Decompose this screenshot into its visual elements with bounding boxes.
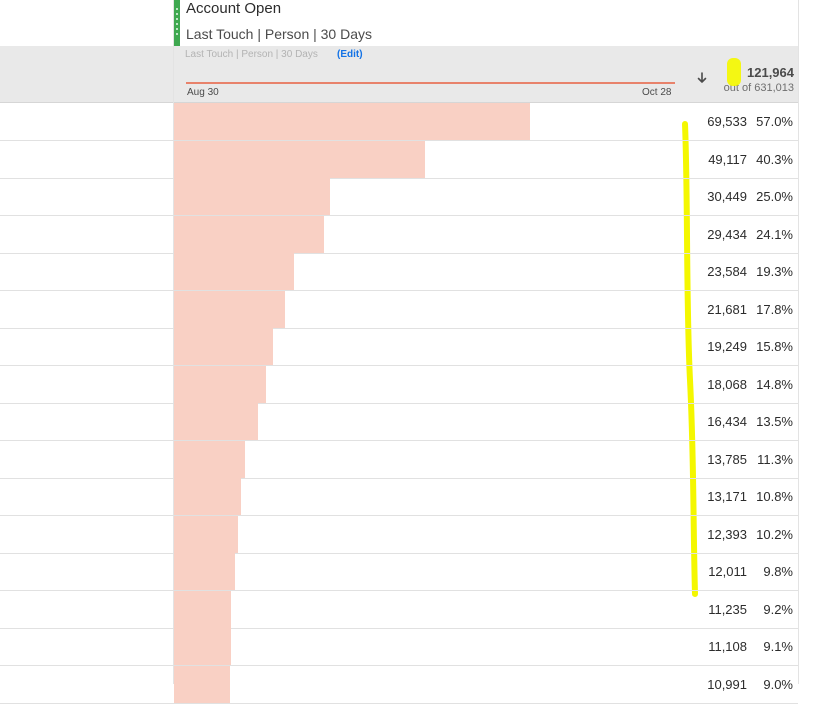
drag-handle-icon[interactable] <box>174 0 180 46</box>
metric-title: Account Open <box>186 0 282 17</box>
row-value: 13,785 <box>707 451 747 467</box>
table-row[interactable]: 11,235 9.2% <box>0 590 798 629</box>
metric-column-header[interactable]: Account Open Last Touch | Person | 30 Da… <box>174 0 798 46</box>
row-percent: 17.8% <box>756 301 793 317</box>
row-percent: 14.8% <box>756 376 793 392</box>
row-percent: 13.5% <box>756 414 793 429</box>
metric-summary-band: Last Touch | Person | 30 Days (Edit) Aug… <box>174 46 798 103</box>
table-row[interactable]: 13,171 10.8% <box>0 478 798 516</box>
table-row[interactable]: 12,011 9.8% <box>0 553 798 591</box>
table-row[interactable]: 18,068 14.8% <box>0 365 798 404</box>
dimension-header[interactable] <box>0 0 173 46</box>
table-row[interactable]: 19,249 15.8% <box>0 328 798 366</box>
table-row[interactable]: 12,393 10.2% <box>0 515 798 554</box>
row-percent: 9.2% <box>763 601 793 617</box>
table-row[interactable]: 23,584 19.3% <box>0 253 798 291</box>
row-value: 10,991 <box>707 676 747 692</box>
row-value: 18,068 <box>707 376 747 392</box>
sparkline-start-date: Aug 30 <box>187 87 219 98</box>
percent-bar <box>174 365 266 403</box>
row-percent: 9.1% <box>763 639 793 654</box>
trend-sparkline <box>186 82 675 84</box>
row-value: 12,393 <box>707 526 747 542</box>
percent-bar <box>174 628 231 665</box>
row-value: 11,235 <box>708 601 747 617</box>
row-value: 16,434 <box>707 414 747 429</box>
percent-bar <box>174 290 285 328</box>
percent-bar <box>174 590 231 628</box>
percent-bar <box>174 440 245 478</box>
row-percent: 10.2% <box>756 526 793 542</box>
percent-bar <box>174 515 238 553</box>
table-row[interactable]: 69,533 57.0% <box>0 103 798 141</box>
row-percent: 19.3% <box>756 264 793 279</box>
row-value: 30,449 <box>707 189 747 204</box>
percent-bar <box>174 178 330 215</box>
percent-bar <box>174 478 241 515</box>
table-row[interactable]: 13,785 11.3% <box>0 440 798 479</box>
row-percent: 24.1% <box>756 226 793 242</box>
row-percent: 11.3% <box>757 451 793 467</box>
percent-bar <box>174 403 258 440</box>
percent-bar <box>174 665 230 703</box>
row-value: 13,171 <box>707 489 747 504</box>
row-percent: 9.8% <box>763 564 793 579</box>
table-row[interactable]: 11,108 9.1% <box>0 628 798 666</box>
row-percent: 15.8% <box>756 339 793 354</box>
row-value: 11,108 <box>708 639 747 654</box>
row-value: 49,117 <box>708 151 747 167</box>
row-value: 23,584 <box>707 264 747 279</box>
arrow-down-icon[interactable] <box>696 70 708 86</box>
table-row[interactable]: 30,449 25.0% <box>0 178 798 216</box>
row-percent: 10.8% <box>756 489 793 504</box>
row-value: 12,011 <box>708 564 747 579</box>
table-row[interactable]: 10,991 9.0% <box>0 665 798 704</box>
percent-bar <box>174 253 294 290</box>
table-row[interactable]: 49,117 40.3% <box>0 140 798 179</box>
table-row[interactable]: 21,681 17.8% <box>0 290 798 329</box>
percent-bar <box>174 215 324 253</box>
row-percent: 9.0% <box>763 676 793 692</box>
row-value: 19,249 <box>707 339 747 354</box>
row-value: 69,533 <box>707 114 747 129</box>
percent-bar <box>174 553 235 590</box>
percent-bar <box>174 328 273 365</box>
metric-attribution: Last Touch | Person | 30 Days <box>186 26 373 42</box>
row-percent: 40.3% <box>756 151 793 167</box>
row-value: 21,681 <box>707 301 747 317</box>
row-percent: 25.0% <box>756 189 793 204</box>
percent-bar <box>174 140 425 178</box>
table-row[interactable]: 16,434 13.5% <box>0 403 798 441</box>
highlight-mark <box>727 58 741 86</box>
attribution-model-label: Last Touch | Person | 30 Days <box>185 49 318 60</box>
table-row[interactable]: 29,434 24.1% <box>0 215 798 254</box>
dimension-header-band <box>0 46 173 103</box>
column-total: 121,964 <box>747 65 794 80</box>
row-value: 29,434 <box>707 226 747 242</box>
table-right-edge <box>798 0 799 684</box>
edit-attribution-link[interactable]: (Edit) <box>337 49 363 60</box>
sparkline-end-date: Oct 28 <box>642 87 672 98</box>
row-percent: 57.0% <box>756 114 793 129</box>
percent-bar <box>174 103 530 140</box>
